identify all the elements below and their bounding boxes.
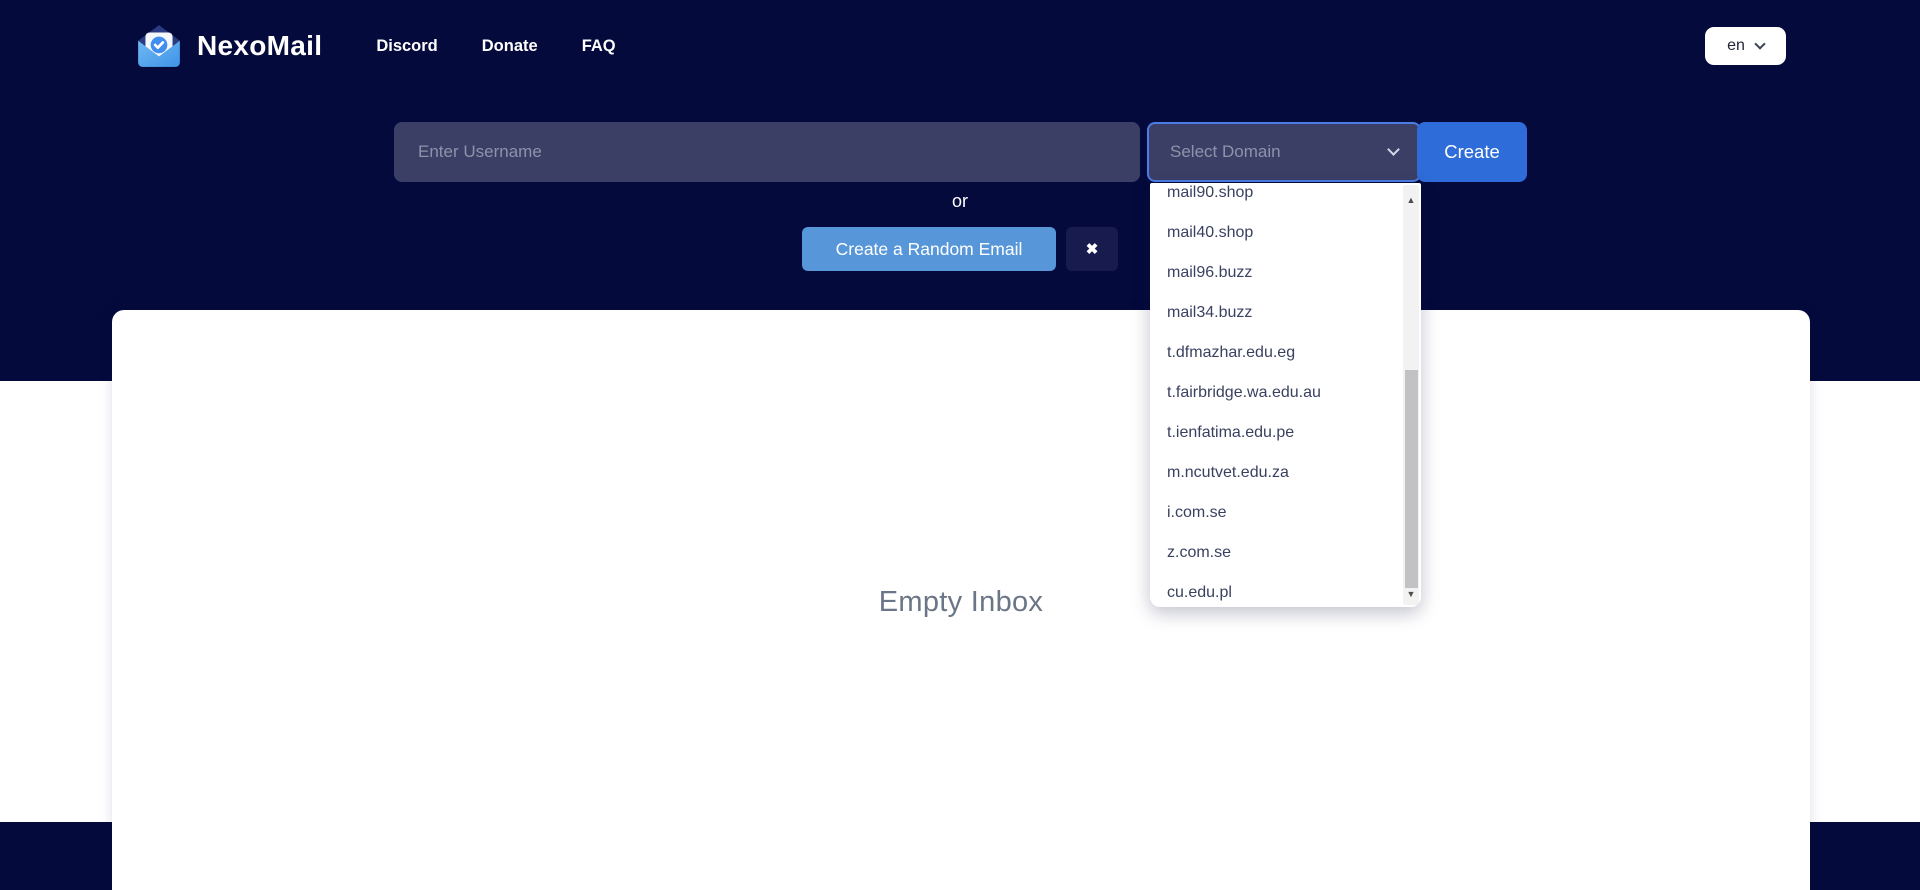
domain-option[interactable]: cu.edu.pl <box>1150 573 1421 607</box>
domain-option[interactable]: mail90.shop <box>1150 183 1421 213</box>
create-button[interactable]: Create <box>1417 122 1527 182</box>
domain-option[interactable]: m.ncutvet.edu.za <box>1150 453 1421 493</box>
language-selector[interactable]: en <box>1705 27 1786 65</box>
empty-inbox-message: Empty Inbox <box>878 586 1044 618</box>
language-value: en <box>1727 37 1745 54</box>
header: NexoMail Discord Donate FAQ en <box>0 0 1920 86</box>
username-input[interactable] <box>394 122 1140 182</box>
main-nav: Discord Donate FAQ <box>376 37 615 56</box>
domain-option[interactable]: z.com.se <box>1150 533 1421 573</box>
domain-option[interactable]: mail40.shop <box>1150 213 1421 253</box>
nav-link-faq[interactable]: FAQ <box>582 37 616 56</box>
chevron-down-icon <box>1387 143 1400 156</box>
domain-option[interactable]: i.com.se <box>1150 493 1421 533</box>
envelope-logo-icon <box>138 25 180 67</box>
close-icon: ✖ <box>1085 241 1099 258</box>
domain-option[interactable]: t.ienfatima.edu.pe <box>1150 413 1421 453</box>
domain-dropdown-panel: mail90.shop mail40.shop mail96.buzz mail34.… <box>1150 183 1421 607</box>
create-email-form: Select Domain Create <box>394 122 1527 182</box>
brand-logo[interactable]: NexoMail <box>134 21 322 71</box>
nav-link-discord[interactable]: Discord <box>376 37 437 56</box>
domain-option-list: mail90.shop mail40.shop mail96.buzz mail34.… <box>1150 183 1421 607</box>
scroll-down-icon[interactable]: ▼ <box>1403 587 1419 601</box>
domain-option[interactable]: mail34.buzz <box>1150 293 1421 333</box>
close-button[interactable]: ✖ <box>1066 227 1118 271</box>
domain-option[interactable]: t.dfmazhar.edu.eg <box>1150 333 1421 373</box>
brand-name: NexoMail <box>197 30 323 61</box>
domain-select[interactable]: Select Domain <box>1147 122 1421 182</box>
domain-select-placeholder: Select Domain <box>1170 142 1281 161</box>
or-separator: or <box>951 191 968 211</box>
domain-option[interactable]: t.fairbridge.wa.edu.au <box>1150 373 1421 413</box>
create-random-email-button[interactable]: Create a Random Email <box>802 227 1056 271</box>
nav-link-donate[interactable]: Donate <box>482 37 538 56</box>
scroll-up-icon[interactable]: ▲ <box>1403 193 1419 207</box>
domain-option[interactable]: mail96.buzz <box>1150 253 1421 293</box>
chevron-down-icon <box>1754 38 1766 50</box>
random-email-row: Create a Random Email ✖ <box>0 227 1920 271</box>
scrollbar-thumb[interactable] <box>1405 370 1418 588</box>
inbox-card: Empty Inbox <box>112 310 1810 890</box>
page: NexoMail Discord Donate FAQ en Select Do… <box>0 0 1920 890</box>
